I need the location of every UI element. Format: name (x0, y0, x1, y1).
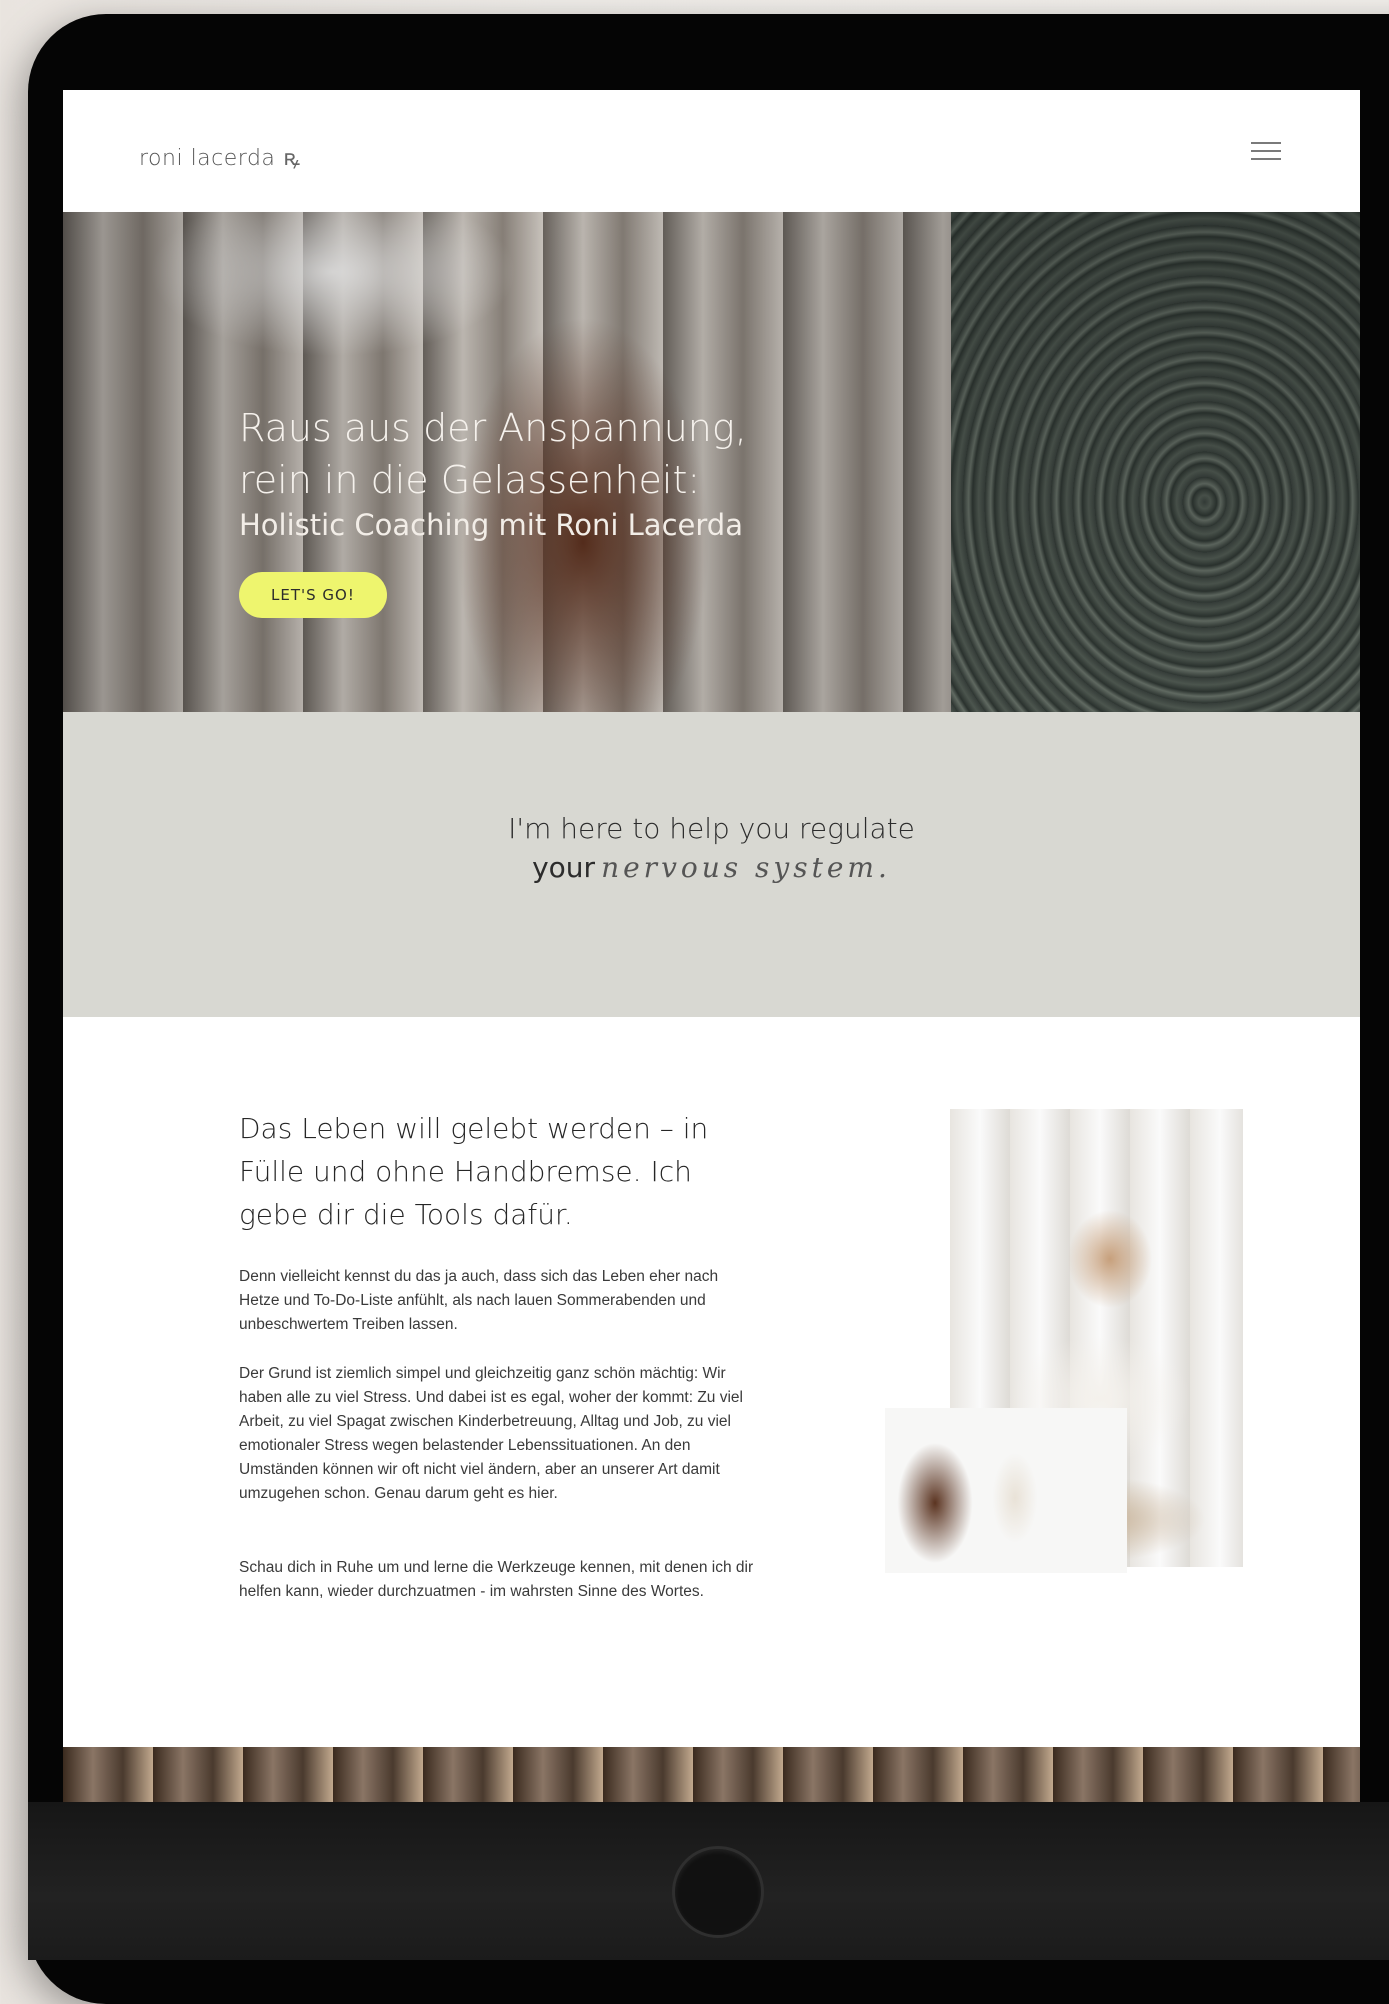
hero-subtitle: Holistic Coaching mit Roni Lacerda (239, 508, 743, 542)
hero-title: Raus aus der Anspannung, rein in die Gel… (239, 402, 759, 506)
hamburger-menu-icon[interactable] (1251, 142, 1281, 164)
lets-go-button[interactable]: LET'S GO! (239, 572, 387, 618)
home-button[interactable] (672, 1846, 764, 1938)
intro-heading: Das Leben will gelebt werden – in Fülle … (239, 1112, 709, 1231)
tagline-line1: I'm here to help you regulate (508, 812, 915, 845)
hero-title-line1: Raus aus der Anspannung, (239, 406, 747, 450)
intro-section: Das Leben will gelebt werden – in Fülle … (63, 1017, 1360, 1747)
tagline-script: nervous system. (601, 851, 891, 884)
hero-image-fabric: Raus aus der Anspannung, rein in die Gel… (63, 212, 951, 712)
portrait-laughing-photo (885, 1408, 1127, 1573)
hero-title-line2: rein in die Gelassenheit: (239, 458, 701, 502)
tagline-line2: your nervous system. (63, 851, 1360, 884)
logo-text: roni lacerda (139, 146, 276, 171)
tagline-prefix: your (532, 851, 596, 884)
intro-paragraph-2: Der Grund ist ziemlich simpel und gleich… (239, 1365, 743, 1502)
intro-paragraph-3: Schau dich in Ruhe um und lerne die Werk… (239, 1559, 754, 1600)
hero-image-water (951, 212, 1360, 712)
next-section-image-strip (63, 1747, 1360, 1803)
hero-text-block: Raus aus der Anspannung, rein in die Gel… (239, 402, 759, 618)
site-logo[interactable]: roni lacerda ꝶ (139, 142, 301, 172)
site-header: roni lacerda ꝶ (63, 90, 1360, 212)
website-screen: roni lacerda ꝶ Raus aus der Anspannung, r… (63, 90, 1360, 1803)
logo-mark-icon: ꝶ (283, 146, 301, 171)
intro-paragraph-1: Denn vielleicht kennst du das ja auch, d… (239, 1268, 719, 1333)
tagline-band: I'm here to help you regulate your nervou… (63, 712, 1360, 1017)
